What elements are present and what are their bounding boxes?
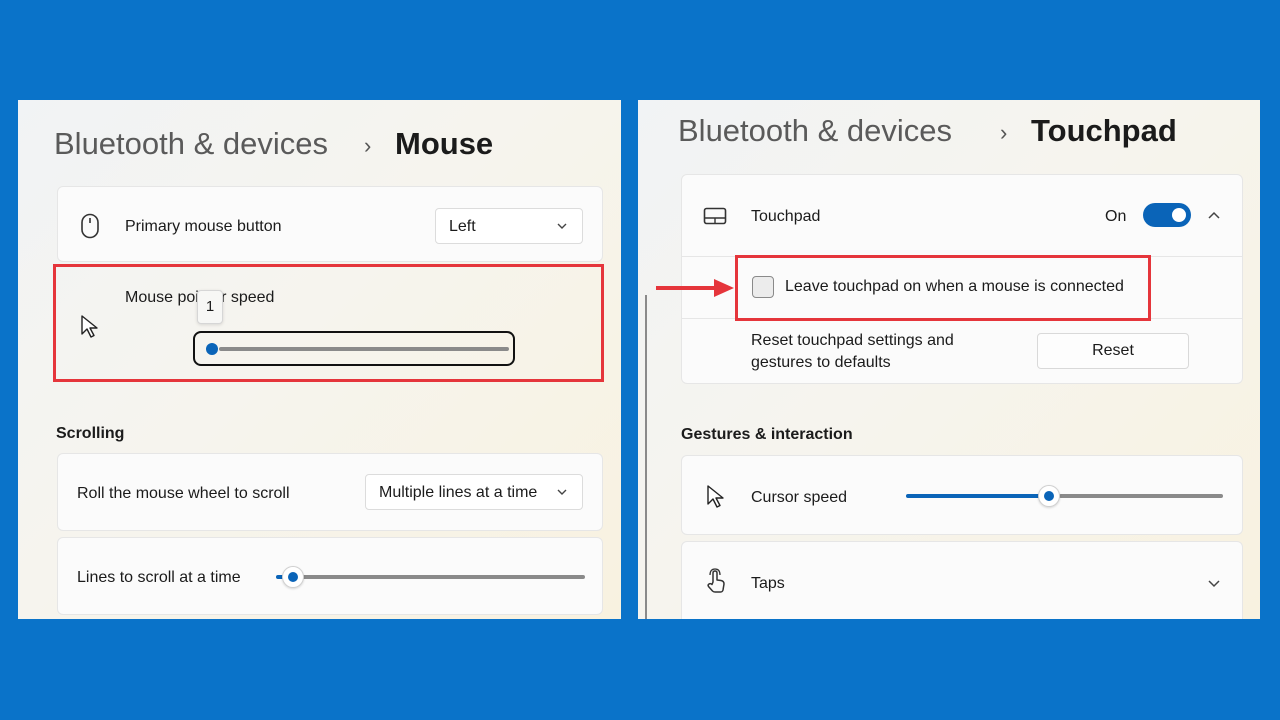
breadcrumb-parent[interactable]: Bluetooth & devices — [678, 113, 952, 149]
primary-button-dropdown[interactable]: Left — [435, 208, 583, 244]
pointer-speed-highlight — [53, 264, 604, 382]
chevron-down-icon — [557, 223, 567, 229]
touchpad-state-label: On — [1105, 208, 1127, 225]
chevron-down-icon — [557, 489, 567, 495]
reset-label-line2: gestures to defaults — [751, 354, 891, 371]
breadcrumb-parent[interactable]: Bluetooth & devices — [54, 126, 328, 162]
cursor-speed-label: Cursor speed — [751, 489, 848, 506]
reset-label-line1: Reset touchpad settings and — [751, 332, 954, 349]
breadcrumb-separator: › — [1000, 120, 1008, 145]
lines-to-scroll-label: Lines to scroll at a time — [77, 569, 241, 586]
primary-mouse-button-label: Primary mouse button — [125, 218, 282, 235]
toggle-knob — [1172, 208, 1186, 222]
touchpad-settings-panel: Bluetooth & devices › Touchpad Touchpad … — [638, 100, 1260, 619]
chevron-up-icon[interactable] — [1207, 208, 1221, 222]
breadcrumb-separator: › — [364, 133, 372, 158]
primary-mouse-button-card: Primary mouse button Left — [57, 186, 603, 262]
tap-icon — [707, 568, 725, 593]
cursor-speed-thumb[interactable] — [1038, 485, 1060, 507]
mouse-icon — [81, 213, 99, 239]
roll-wheel-label: Roll the mouse wheel to scroll — [77, 485, 290, 502]
touchpad-label: Touchpad — [751, 208, 821, 225]
lines-slider-track — [302, 575, 585, 579]
lines-to-scroll-card: Lines to scroll at a time — [57, 537, 603, 615]
page-title: Mouse — [395, 126, 494, 161]
cursor-speed-track — [1059, 494, 1223, 498]
lines-slider-thumb[interactable] — [282, 566, 304, 588]
mouse-settings-panel: Bluetooth & devices › Mouse Primary mous… — [18, 100, 621, 619]
roll-wheel-value: Multiple lines at a time — [379, 484, 538, 501]
taps-label: Taps — [751, 575, 785, 592]
gestures-heading: Gestures & interaction — [681, 426, 853, 443]
leave-touchpad-highlight — [735, 255, 1151, 321]
cursor-speed-card: Cursor speed — [681, 455, 1243, 535]
reset-button[interactable]: Reset — [1037, 333, 1189, 369]
scrollbar[interactable] — [645, 295, 647, 619]
page-title: Touchpad — [1031, 113, 1177, 148]
roll-wheel-dropdown[interactable]: Multiple lines at a time — [365, 474, 583, 510]
scrolling-heading: Scrolling — [56, 425, 125, 442]
primary-button-value: Left — [449, 218, 476, 235]
chevron-down-icon — [1208, 580, 1220, 588]
touchpad-toggle[interactable] — [1143, 203, 1191, 227]
red-arrow-icon — [656, 279, 734, 297]
taps-card[interactable]: Taps — [681, 541, 1243, 619]
roll-wheel-card: Roll the mouse wheel to scroll Multiple … — [57, 453, 603, 531]
touchpad-icon — [703, 207, 727, 225]
cursor-speed-fill — [906, 494, 1041, 498]
cursor-icon — [707, 485, 724, 508]
